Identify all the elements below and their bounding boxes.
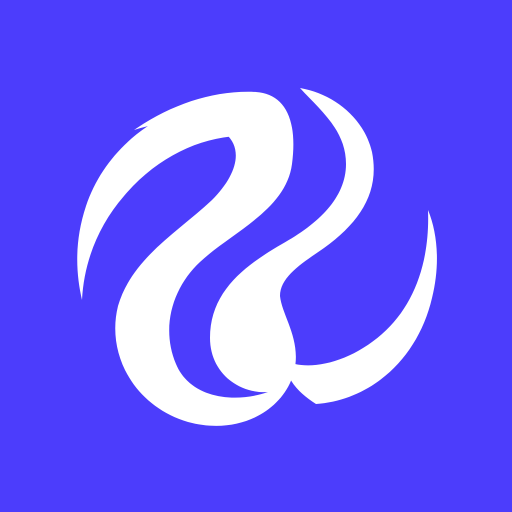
swirl-logo-icon — [0, 0, 512, 512]
app-icon-tile — [0, 0, 512, 512]
